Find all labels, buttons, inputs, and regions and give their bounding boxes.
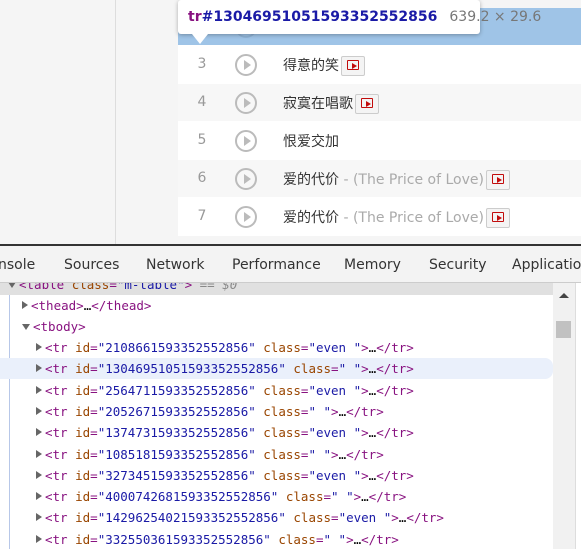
song-name[interactable]: 爱的代价 [283, 210, 339, 226]
track-number: 7 [197, 208, 207, 224]
tab-nsole[interactable]: nsole [0, 257, 35, 273]
table-row[interactable]: 7 爱的代价 - (The Price of Love) [178, 198, 581, 236]
track-number: 6 [197, 170, 207, 186]
tooltip-id: #13046951051593352552856 [201, 9, 438, 25]
tab-network[interactable]: Network [146, 257, 204, 273]
song-title[interactable]: 爱的代价 - (The Price of Love) [283, 207, 510, 228]
tr-node[interactable]: <tr id="332550361593352552856" class=" "… [0, 529, 553, 549]
element-inspect-tooltip: tr#13046951051593352552856 639.2 × 29.6 [178, 0, 541, 34]
elements-tree: <table class="m-table"> == $0 <thead>…</t… [0, 283, 553, 549]
tab-memory[interactable]: Memory [344, 257, 401, 273]
devtools-tabs: nsole Sources Network Performance Memory Secu… [0, 246, 581, 283]
web-page: 2爱你在心口难开3得意的笑4寂寞在唱歌5恨爱交加6爱的代价 - (The Pri… [0, 0, 581, 244]
mv-icon[interactable] [355, 94, 379, 114]
table-row[interactable]: 3 得意的笑 [178, 46, 581, 84]
tooltip-size: 639.2 × 29.6 [449, 9, 542, 25]
play-icon[interactable] [235, 54, 257, 76]
scroll-thumb[interactable] [556, 321, 571, 338]
tr-node[interactable]: <tr id="1374731593352552856" class="even… [0, 422, 553, 443]
thead-node[interactable]: <thead>…</thead> [0, 295, 553, 316]
song-alias: - (The Price of Love) [339, 172, 484, 188]
tr-node[interactable]: <tr id="2052671593352552856" class=" ">…… [0, 401, 553, 422]
tr-node[interactable]: <tr id="14296254021593352552856" class="… [0, 507, 553, 528]
tr-node[interactable]: <tr id="13046951051593352552856" class="… [0, 358, 553, 380]
mv-icon[interactable] [485, 208, 510, 228]
track-number: 3 [197, 56, 207, 72]
tab-sources[interactable]: Sources [64, 257, 119, 273]
tab-performance[interactable]: Performance [232, 257, 321, 273]
song-title[interactable]: 恨爱交加 [283, 131, 339, 151]
track-number: 5 [197, 132, 207, 148]
selected-table-node[interactable]: <table class="m-table"> == $0 [0, 283, 553, 295]
tr-node[interactable]: <tr id="1085181593352552856" class=" ">…… [0, 444, 553, 465]
tr-node[interactable]: <tr id="2108661593352552856" class="even… [0, 337, 553, 358]
song-name[interactable]: 寂寞在唱歌 [283, 96, 353, 112]
song-table: 2爱你在心口难开3得意的笑4寂寞在唱歌5恨爱交加6爱的代价 - (The Pri… [178, 8, 581, 236]
song-title[interactable]: 寂寞在唱歌 [283, 93, 379, 114]
table-row[interactable]: 5 恨爱交加 [178, 122, 581, 160]
play-icon[interactable] [235, 168, 257, 190]
play-icon[interactable] [235, 130, 257, 152]
side-pane [575, 283, 581, 549]
tooltip-arrow [192, 34, 208, 44]
mv-icon[interactable] [485, 170, 510, 190]
song-name[interactable]: 恨爱交加 [283, 134, 339, 150]
scroll-up-icon[interactable] [559, 293, 569, 298]
tbody-node[interactable]: <tbody> [0, 316, 553, 337]
divider [115, 0, 116, 244]
song-title[interactable]: 得意的笑 [283, 55, 365, 76]
song-title[interactable]: 爱的代价 - (The Price of Love) [283, 169, 510, 190]
song-name[interactable]: 得意的笑 [283, 58, 339, 74]
song-name[interactable]: 爱的代价 [283, 172, 339, 188]
scrollbar[interactable] [553, 283, 575, 549]
tr-node[interactable]: <tr id="3273451593352552856" class="even… [0, 465, 553, 486]
tr-node[interactable]: <tr id="4000742681593352552856" class=" … [0, 486, 553, 507]
table-row[interactable]: 6 爱的代价 - (The Price of Love) [178, 160, 581, 198]
track-number: 4 [197, 94, 207, 110]
tab-application[interactable]: Application [512, 257, 581, 273]
devtools-panel: nsole Sources Network Performance Memory Secu… [0, 244, 581, 549]
tab-security[interactable]: Security [429, 257, 487, 273]
song-alias: - (The Price of Love) [339, 210, 484, 226]
play-icon[interactable] [235, 92, 257, 114]
table-row[interactable]: 4 寂寞在唱歌 [178, 84, 581, 122]
play-icon[interactable] [235, 206, 257, 228]
tooltip-tag: tr [188, 9, 202, 25]
tr-node[interactable]: <tr id="2564711593352552856" class="even… [0, 380, 553, 401]
mv-icon[interactable] [341, 56, 365, 76]
